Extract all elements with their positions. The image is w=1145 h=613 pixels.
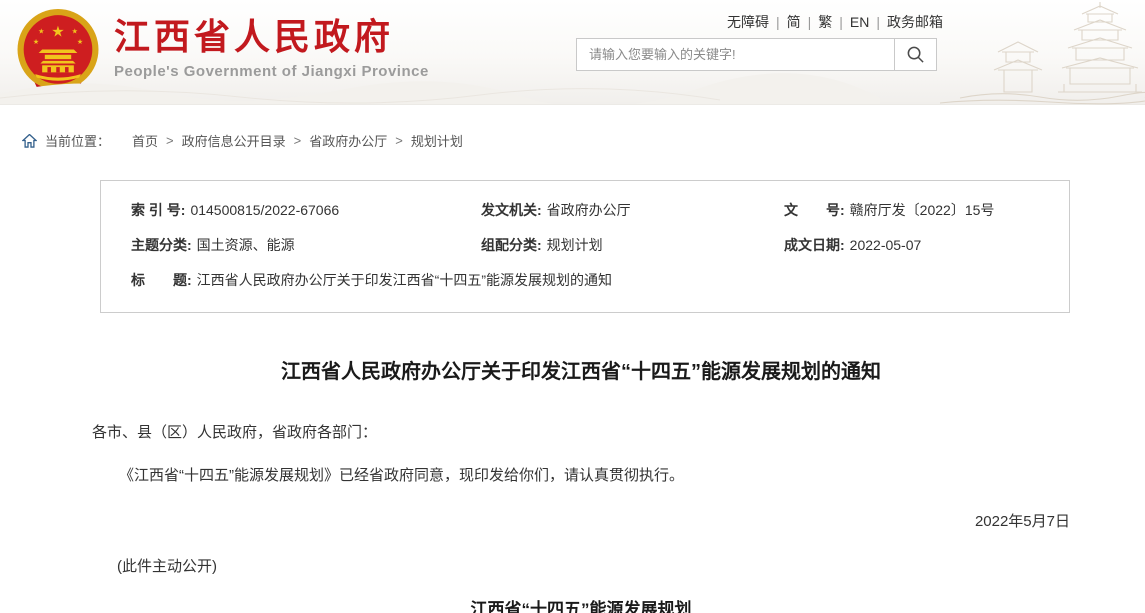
document-title: 江西省人民政府办公厅关于印发江西省“十四五”能源发展规划的通知: [92, 359, 1070, 386]
document-body-paragraph: 《江西省“十四五”能源发展规划》已经省政府同意，现印发给你们，请认真贯彻执行。: [92, 466, 1070, 486]
breadcrumb-separator: >: [294, 133, 302, 148]
meta-group-category: 组配分类:规划计划: [481, 236, 784, 255]
home-icon: [22, 134, 37, 148]
meta-subject-category: 主题分类:国土资源、能源: [131, 236, 481, 255]
breadcrumb-gov-info-directory[interactable]: 政府信息公开目录: [182, 131, 286, 150]
document-meta-box: 索 引 号:014500815/2022-67066 发文机关:省政府办公厅 文…: [100, 180, 1070, 313]
document-salutation: 各市、县（区）人民政府，省政府各部门：: [92, 423, 1070, 443]
link-simplified-chinese[interactable]: 简: [787, 14, 801, 30]
svg-text:★: ★: [33, 38, 39, 46]
link-gov-mailbox[interactable]: 政务邮箱: [887, 14, 943, 30]
svg-text:★: ★: [51, 23, 64, 40]
meta-date-issued: 成文日期:2022-05-07: [784, 236, 1039, 255]
link-separator: |: [839, 14, 843, 30]
site-search: [576, 38, 937, 71]
meta-index-number: 索 引 号:014500815/2022-67066: [131, 201, 481, 220]
site-title: 江西省人民政府: [114, 17, 429, 57]
link-accessibility[interactable]: 无障碍: [727, 14, 769, 30]
breadcrumb-general-office[interactable]: 省政府办公厅: [309, 131, 387, 150]
site-logo[interactable]: ★ ★ ★ ★ ★ 江西省人民政府 People's Government of…: [14, 7, 429, 99]
svg-text:★: ★: [38, 28, 44, 36]
document-page: 索 引 号:014500815/2022-67066 发文机关:省政府办公厅 文…: [92, 180, 1070, 613]
breadcrumb-label: 当前位置：: [45, 131, 110, 150]
document-disclosure-note: (此件主动公开): [117, 555, 1070, 576]
link-separator: |: [876, 14, 880, 30]
breadcrumb: 当前位置： 首页 > 政府信息公开目录 > 省政府办公厅 > 规划计划: [22, 131, 1145, 150]
breadcrumb-home[interactable]: 首页: [132, 131, 158, 150]
national-emblem-icon: ★ ★ ★ ★ ★: [14, 7, 102, 99]
meta-document-number: 文 号:赣府厅发〔2022〕15号: [784, 201, 1039, 220]
breadcrumb-separator: >: [395, 133, 403, 148]
search-button[interactable]: [894, 39, 936, 70]
attachment-title: 江西省“十四五”能源发展规划: [92, 595, 1070, 613]
site-subtitle: People's Government of Jiangxi Province: [114, 63, 429, 80]
utility-nav: 无障碍 | 简 | 繁 | EN | 政务邮箱: [727, 12, 943, 32]
document-date: 2022年5月7日: [92, 510, 1070, 531]
meta-issuing-agency: 发文机关:省政府办公厅: [481, 201, 784, 220]
site-header: ★ ★ ★ ★ ★ 江西省人民政府 People's Government of…: [0, 0, 1145, 105]
svg-text:★: ★: [77, 38, 83, 46]
search-icon: [906, 45, 925, 64]
svg-text:★: ★: [72, 28, 78, 36]
site-titles: 江西省人民政府 People's Government of Jiangxi P…: [114, 7, 429, 80]
search-input[interactable]: [577, 39, 894, 70]
pagoda-sketch-icon: [940, 0, 1145, 105]
breadcrumb-separator: >: [166, 133, 174, 148]
link-english[interactable]: EN: [850, 14, 869, 30]
breadcrumb-planning[interactable]: 规划计划: [411, 131, 463, 150]
link-separator: |: [776, 14, 780, 30]
link-traditional-chinese[interactable]: 繁: [818, 14, 832, 30]
meta-document-title: 标 题:江西省人民政府办公厅关于印发江西省“十四五”能源发展规划的通知: [131, 271, 1039, 290]
link-separator: |: [808, 14, 812, 30]
